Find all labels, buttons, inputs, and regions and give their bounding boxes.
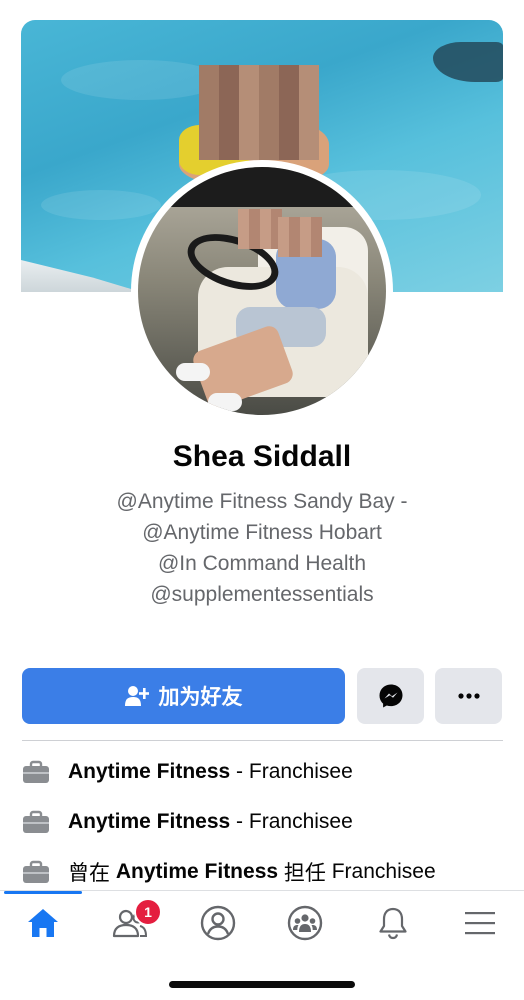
bio-line[interactable]: @supplementessentials [0, 579, 524, 610]
messenger-button[interactable] [357, 668, 424, 724]
home-icon [28, 909, 58, 937]
water-ripple [61, 60, 221, 100]
more-options-button[interactable] [435, 668, 502, 724]
tab-profile[interactable] [188, 901, 248, 945]
add-friend-label: 加为好友 [158, 686, 243, 709]
work-separator: - [230, 760, 249, 783]
groups-icon [287, 905, 323, 941]
friends-notification-badge: 1 [134, 898, 162, 926]
briefcase-icon [23, 760, 49, 783]
add-friend-button[interactable]: 加为好友 [22, 668, 345, 724]
notifications-icon [379, 907, 407, 940]
profile-name: Shea Siddall [172, 440, 352, 473]
add-friend-icon [124, 686, 149, 706]
pixelated-face [238, 209, 282, 249]
briefcase-icon [23, 810, 49, 833]
work-item[interactable]: 曾在 Anytime Fitness 担任 Franchisee [22, 857, 512, 887]
bottom-tab-bar [0, 890, 524, 957]
pixelated-face [278, 217, 322, 257]
shoe [176, 363, 210, 381]
bio-line[interactable]: @Anytime Fitness Sandy Bay - [0, 486, 524, 517]
work-prefix: 曾在 [68, 862, 116, 885]
avatar-photo [138, 167, 386, 415]
profile-avatar[interactable] [131, 160, 393, 422]
pixelated-face [199, 65, 319, 160]
active-tab-indicator [4, 891, 82, 894]
work-company[interactable]: Anytime Fitness [68, 810, 230, 834]
work-item[interactable]: Anytime Fitness - Franchisee [22, 757, 512, 787]
work-middle: 担任 [278, 862, 332, 885]
briefcase-icon [23, 860, 49, 883]
shoe [208, 393, 242, 411]
tab-groups[interactable] [275, 901, 335, 945]
tab-menu[interactable] [450, 901, 510, 945]
work-role: Franchisee [331, 860, 436, 883]
profile-bio: @Anytime Fitness Sandy Bay - @Anytime Fi… [0, 486, 524, 610]
menu-icon [465, 912, 495, 935]
tab-home[interactable] [13, 901, 73, 945]
work-role: Franchisee [248, 810, 353, 833]
home-indicator[interactable] [169, 981, 355, 988]
work-company[interactable]: Anytime Fitness [116, 860, 278, 884]
more-horizontal-icon [457, 693, 480, 699]
profile-icon [200, 905, 236, 941]
pool-edge [21, 260, 141, 292]
pool-shadow [433, 42, 503, 82]
cart-roof [138, 167, 386, 207]
messenger-icon [379, 684, 402, 708]
work-company[interactable]: Anytime Fitness [68, 760, 230, 784]
work-item[interactable]: Anytime Fitness - Franchisee [22, 807, 512, 837]
work-separator: - [230, 810, 249, 833]
work-role: Franchisee [248, 760, 353, 783]
tab-notifications[interactable] [363, 901, 423, 945]
bio-line[interactable]: @In Command Health [0, 548, 524, 579]
bio-line[interactable]: @Anytime Fitness Hobart [0, 517, 524, 548]
section-divider [22, 740, 503, 741]
